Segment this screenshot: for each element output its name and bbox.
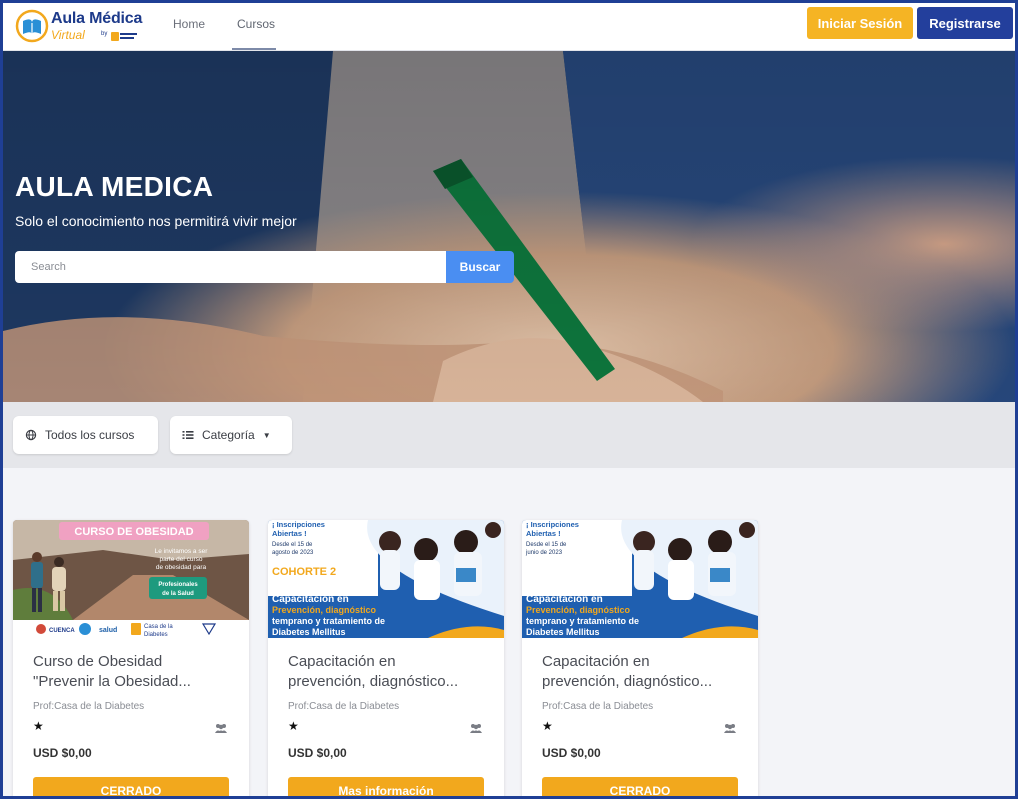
category-dropdown[interactable]: Categoría ▼ — [170, 416, 292, 454]
course-status-button[interactable]: CERRADO — [542, 777, 738, 796]
star-icon: ★ — [288, 719, 299, 733]
nav-active-indicator — [232, 48, 276, 50]
course-title[interactable]: Capacitación en prevención, diagnóstico.… — [288, 652, 488, 692]
poster-invite-2: parte del curso — [160, 556, 203, 563]
login-button[interactable]: Iniciar Sesión — [807, 7, 913, 39]
poster-open-2: Abiertas ! — [526, 529, 561, 538]
poster-audience-2: de la Salud — [162, 591, 194, 597]
brand-by: by — [101, 31, 108, 37]
all-courses-label: Todos los cursos — [45, 428, 135, 442]
course-title-line-1: Curso de Obesidad — [33, 653, 163, 670]
star-icon: ★ — [542, 719, 553, 733]
logo-book-icon — [15, 9, 49, 43]
poster-logo-casa-a: Casa de la — [144, 624, 173, 630]
hero-title: AULA MEDICA — [15, 171, 214, 202]
poster-headline-1: Capacitación en — [526, 594, 603, 605]
brand-logo[interactable]: Aula Médica Virtual by — [13, 7, 153, 47]
course-image-obesidad[interactable]: CURSO DE OBESIDAD Le invitamos a ser par… — [13, 520, 249, 638]
brand-title: Aula Médica — [51, 10, 143, 27]
poster-headline-4: Diabetes Mellitus — [272, 627, 346, 637]
course-price: USD $0,00 — [288, 746, 347, 760]
users-icon — [215, 724, 227, 733]
poster-headline-4: Diabetes Mellitus — [526, 627, 600, 637]
poster-date-2: junio de 2023 — [525, 550, 563, 556]
course-title[interactable]: Curso de Obesidad "Prevenir la Obesidad.… — [33, 652, 233, 692]
nav-cursos[interactable]: Cursos — [237, 17, 275, 31]
poster-headline-3: temprano y tratamiento de — [272, 616, 385, 626]
nav-home[interactable]: Home — [173, 17, 205, 31]
register-button[interactable]: Registrarse — [917, 7, 1013, 39]
course-card[interactable]: ¡ Inscripciones Abiertas ! Desde el 15 d… — [522, 520, 758, 796]
course-info-button[interactable]: Mas información — [288, 777, 484, 796]
search-input[interactable] — [15, 251, 447, 283]
browser-viewport: Aula Médica Virtual by Home Cursos Inici… — [3, 3, 1015, 796]
course-title-line-1: Capacitación en — [542, 653, 650, 670]
course-card[interactable]: ¡ Inscripciones Abiertas ! Desde el 15 d… — [268, 520, 504, 796]
course-instructor: Prof:Casa de la Diabetes — [542, 701, 654, 712]
poster-headline-2: Prevención, diagnóstico — [526, 605, 631, 615]
caret-down-icon: ▼ — [262, 430, 271, 440]
course-title-line-2: "Prevenir la Obesidad... — [33, 673, 191, 690]
list-icon — [182, 431, 194, 439]
poster-headline-1: Capacitación en — [272, 594, 349, 605]
course-image-diabetes-cohort2[interactable]: ¡ Inscripciones Abiertas ! Desde el 15 d… — [268, 520, 504, 638]
hero-subtitle: Solo el conocimiento nos permitirá vivir… — [15, 213, 297, 229]
users-icon — [470, 724, 482, 733]
search-button[interactable]: Buscar — [446, 251, 514, 283]
top-navbar: Aula Médica Virtual by Home Cursos Inici… — [3, 3, 1015, 51]
course-instructor: Prof:Casa de la Diabetes — [33, 701, 145, 712]
hero-banner: AULA MEDICA Solo el conocimiento nos per… — [3, 51, 1015, 402]
course-card[interactable]: CURSO DE OBESIDAD Le invitamos a ser par… — [13, 520, 249, 796]
course-price: USD $0,00 — [542, 746, 601, 760]
poster-headline-2: Prevención, diagnóstico — [272, 605, 377, 615]
poster-logo-cuenca: CUENCA — [49, 628, 75, 634]
poster-invite-3: de obesidad para — [156, 564, 207, 571]
category-label: Categoría — [202, 428, 255, 442]
poster-cohort: COHORTE 2 — [272, 566, 336, 578]
brand-subtitle: Virtual — [51, 28, 85, 42]
poster-headline: CURSO DE OBESIDAD — [74, 526, 193, 538]
course-status-button[interactable]: CERRADO — [33, 777, 229, 796]
poster-open-1: ¡ Inscripciones — [526, 520, 579, 529]
casa-diabetes-logo-icon — [111, 32, 137, 41]
poster-open-2: Abiertas ! — [272, 529, 307, 538]
poster-open-1: ¡ Inscripciones — [272, 520, 325, 529]
all-courses-filter[interactable]: Todos los cursos — [13, 416, 158, 454]
poster-date-1: Desde el 15 de — [272, 542, 313, 548]
poster-date-2: agosto de 2023 — [272, 550, 314, 556]
poster-audience-1: Profesionales — [158, 582, 198, 588]
course-title-line-2: prevención, diagnóstico... — [288, 673, 459, 690]
star-icon: ★ — [33, 719, 44, 733]
course-title-line-1: Capacitación en — [288, 653, 396, 670]
poster-logo-casa-b: Diabetes — [144, 632, 168, 638]
globe-icon — [25, 429, 37, 441]
course-price: USD $0,00 — [33, 746, 92, 760]
users-icon — [724, 724, 736, 733]
course-title-line-2: prevención, diagnóstico... — [542, 673, 713, 690]
course-title[interactable]: Capacitación en prevención, diagnóstico.… — [542, 652, 742, 692]
course-instructor: Prof:Casa de la Diabetes — [288, 701, 400, 712]
course-image-diabetes[interactable]: ¡ Inscripciones Abiertas ! Desde el 15 d… — [522, 520, 758, 638]
poster-headline-3: temprano y tratamiento de — [526, 616, 639, 626]
poster-date-1: Desde el 15 de — [526, 542, 567, 548]
poster-logo-salud: salud — [99, 627, 117, 634]
poster-invite-1: Le invitamos a ser — [155, 548, 209, 555]
filter-bar: Todos los cursos Categoría ▼ — [3, 402, 1015, 468]
